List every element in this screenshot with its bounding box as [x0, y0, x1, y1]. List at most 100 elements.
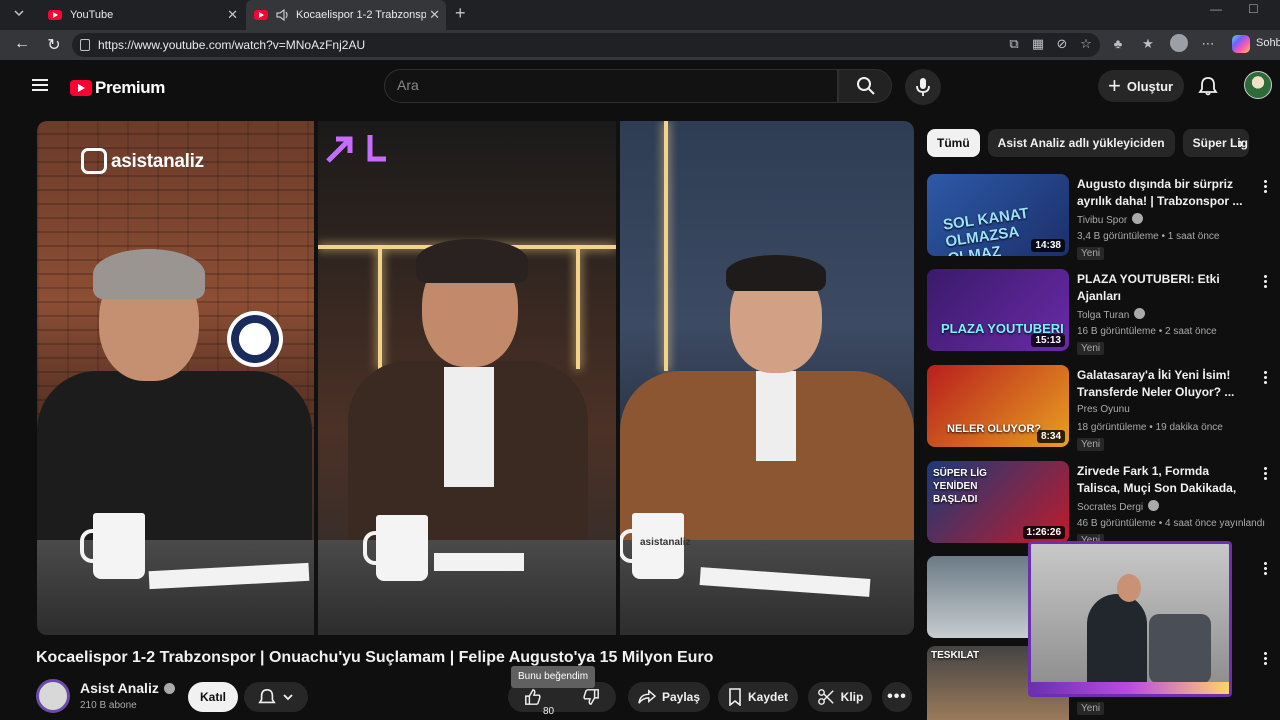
close-tab-icon[interactable]: ✕: [227, 7, 238, 23]
more-vertical-icon[interactable]: [1264, 275, 1268, 289]
dislike-thumb-icon[interactable]: [582, 688, 600, 706]
filter-chips: Tümü Asist Analiz adlı yükleyiciden Süpe…: [927, 129, 1249, 157]
audio-playing-icon[interactable]: [276, 9, 290, 21]
bookmark-icon: [729, 688, 741, 706]
create-label: Oluştur: [1126, 78, 1174, 94]
url-field[interactable]: https://www.youtube.com/watch?v=MNoAzFnj…: [72, 33, 1100, 57]
recommendation-title[interactable]: Zirvede Fark 1, Formda Talisca, Muçi Son…: [1077, 463, 1249, 497]
mug: [80, 513, 145, 579]
new-tab-icon[interactable]: +: [455, 3, 466, 24]
thumbnail-text: TESKILAT: [931, 650, 980, 661]
menu-icon[interactable]: [32, 79, 48, 91]
more-vertical-icon[interactable]: [1264, 652, 1268, 666]
join-button[interactable]: Katıl: [188, 682, 238, 712]
recommendation-title[interactable]: PLAZA YOUTUBERI: Etki Ajanları: [1077, 271, 1249, 305]
recommendation-channel[interactable]: Tolga Turan: [1077, 310, 1129, 321]
video-thumbnail[interactable]: SÜPER LİG YENİDEN BAŞLADI 1:26:26: [927, 461, 1069, 543]
light-bar: [576, 249, 580, 369]
channel-avatar[interactable]: [36, 679, 70, 713]
more-actions-button[interactable]: •••: [882, 682, 912, 712]
video-thumbnail[interactable]: SOL KANAT OLMAZSA OLMAZ 14:38: [927, 174, 1069, 256]
favorite-star-icon[interactable]: ☆: [1078, 36, 1094, 52]
favorites-icon[interactable]: ★: [1140, 36, 1156, 52]
recommendation-item[interactable]: NELER OLUYOR? 8:34 Galatasaray'a İki Yen…: [927, 365, 1272, 455]
video-panel-right: asistanaliz: [620, 121, 914, 635]
more-vertical-icon[interactable]: [1264, 180, 1268, 194]
streamer-head: [1117, 574, 1141, 602]
tracking-prevention-icon[interactable]: ⊘: [1054, 36, 1070, 52]
browser-tab-youtube[interactable]: YouTube ✕: [40, 0, 244, 30]
chevron-down-icon: [283, 694, 293, 701]
recommendation-meta: 3,4 B görüntüleme • 1 saat önce: [1077, 231, 1220, 242]
join-label: Katıl: [199, 690, 226, 704]
recommendation-meta: 18 görüntüleme • 19 dakika önce: [1077, 422, 1223, 433]
clip-button[interactable]: Klip: [808, 682, 872, 712]
share-button[interactable]: Paylaş: [628, 682, 710, 712]
subscribe-notification-button[interactable]: [244, 682, 308, 712]
recommendation-channel[interactable]: Pres Oyunu: [1077, 404, 1130, 415]
account-avatar[interactable]: [1244, 71, 1272, 99]
search-box[interactable]: [384, 69, 838, 103]
browser-profile-icon[interactable]: [1170, 34, 1188, 52]
notifications-bell-icon[interactable]: [1198, 76, 1218, 96]
translate-icon[interactable]: ⧉: [1006, 36, 1022, 52]
reload-icon[interactable]: ↻: [44, 35, 64, 55]
minimize-window-icon[interactable]: —: [1210, 2, 1222, 16]
youtube-favicon-icon: [48, 10, 62, 20]
more-vertical-icon[interactable]: [1264, 467, 1268, 481]
voice-search-button[interactable]: [905, 69, 941, 105]
recommendation-channel[interactable]: Tivibu Spor: [1077, 215, 1127, 226]
more-menu-icon[interactable]: ⋯: [1200, 36, 1216, 52]
recommendation-channel-row: Tolga Turan: [1077, 308, 1146, 321]
close-tab-icon[interactable]: ✕: [429, 7, 440, 23]
person-left-hair: [93, 249, 205, 299]
person-right-hair: [726, 255, 826, 291]
thumbnail-text: SÜPER LİG YENİDEN BAŞLADI: [933, 468, 987, 505]
app-icon[interactable]: ▦: [1030, 36, 1046, 52]
channel-name-row[interactable]: Asist Analiz: [80, 680, 175, 696]
more-vertical-icon[interactable]: [1264, 562, 1268, 576]
tab-list-chevron-icon[interactable]: [14, 8, 24, 18]
save-label: Kaydet: [747, 690, 788, 704]
extensions-icon[interactable]: ♣: [1110, 36, 1126, 52]
save-button[interactable]: Kaydet: [718, 682, 798, 712]
maximize-window-icon[interactable]: ☐: [1248, 2, 1259, 16]
copilot-icon[interactable]: [1232, 35, 1250, 53]
new-badge: Yeni: [1077, 247, 1105, 260]
search-button[interactable]: [838, 69, 892, 103]
like-thumb-icon[interactable]: [524, 688, 542, 706]
overlay-frame: [1031, 682, 1229, 694]
copilot-label[interactable]: Sohb: [1256, 37, 1280, 49]
browser-tab-video[interactable]: Kocaelispor 1-2 Trabzonspor | ✕: [246, 0, 446, 30]
mug: [363, 515, 428, 581]
video-thumbnail[interactable]: NELER OLUYOR? 8:34: [927, 365, 1069, 447]
recommendation-item[interactable]: SÜPER LİG YENİDEN BAŞLADI 1:26:26 Zirved…: [927, 461, 1272, 551]
video-player[interactable]: asistanaliz asistanaliz: [37, 121, 914, 635]
recommendation-title[interactable]: Augusto dışında bir sürpriz ayrılık daha…: [1077, 176, 1249, 210]
recommendation-title[interactable]: Galatasaray'a İki Yeni İsim! Transferde …: [1077, 367, 1249, 401]
site-info-icon[interactable]: [80, 39, 90, 51]
browser-tab-bar: YouTube ✕ Kocaelispor 1-2 Trabzonspor | …: [0, 0, 1280, 30]
football-ball: [227, 311, 283, 367]
chip-from-uploader[interactable]: Asist Analiz adlı yükleyiciden: [987, 129, 1175, 157]
recommendation-channel[interactable]: Socrates Dergi: [1077, 502, 1143, 513]
mug-brand-text: asistanaliz: [640, 537, 691, 548]
video-thumbnail[interactable]: PLAZA YOUTUBERI 15:13: [927, 269, 1069, 351]
youtube-logo[interactable]: Premium: [70, 78, 165, 98]
chip-all[interactable]: Tümü: [927, 129, 980, 157]
create-button[interactable]: + Oluştur: [1098, 70, 1184, 102]
chevron-right-icon[interactable]: ›: [1238, 135, 1243, 153]
duration-badge: 1:26:26: [1022, 526, 1065, 539]
thumbnail-text: NELER OLUYOR?: [947, 423, 1042, 435]
new-badge: Yeni: [1077, 342, 1105, 355]
back-icon[interactable]: ←: [12, 35, 32, 53]
duration-badge: 14:38: [1031, 239, 1065, 252]
light-bar: [664, 121, 668, 371]
search-input[interactable]: [397, 77, 817, 93]
webcam-overlay: [1028, 541, 1232, 697]
recommendation-item[interactable]: SOL KANAT OLMAZSA OLMAZ 14:38 Augusto dı…: [927, 174, 1272, 264]
more-vertical-icon[interactable]: [1264, 371, 1268, 385]
recommendation-item[interactable]: PLAZA YOUTUBERI 15:13 PLAZA YOUTUBERI: E…: [927, 269, 1272, 359]
channel-name[interactable]: Asist Analiz: [80, 680, 159, 696]
verified-check-icon: [163, 683, 175, 694]
